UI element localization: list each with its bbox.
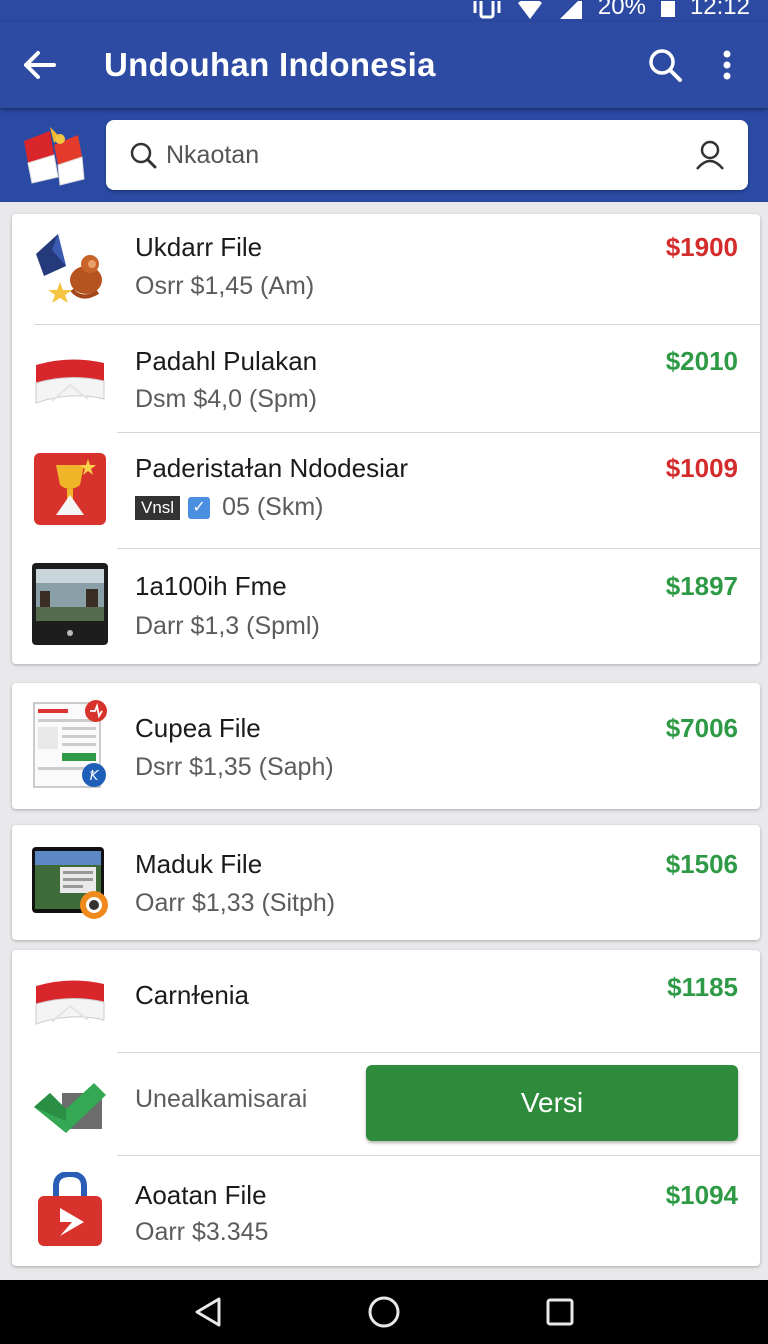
item-title: Unealkamisarai bbox=[135, 1085, 308, 1113]
list-item[interactable]: Maduk File Oarr $1,33 (Sitph) $1506 bbox=[12, 825, 760, 940]
item-title: Paderistaɫan Ndodesiar bbox=[135, 453, 408, 483]
item-title: Ukdarr File bbox=[135, 232, 263, 262]
kite-monkey-icon bbox=[36, 234, 102, 303]
item-price: $1897 bbox=[665, 571, 738, 601]
indonesia-flag-icon bbox=[35, 980, 105, 1025]
search-button[interactable] bbox=[634, 22, 696, 108]
list-item[interactable]: Paderistaɫan Ndodesiar Vnsl ✓ 05 (Skm) $10… bbox=[12, 433, 760, 548]
app-bar: Undouhan Indonesia bbox=[0, 22, 768, 108]
file-card: Ꝁ Cupea File Dsrr $1,35 (Saph) $7006 bbox=[12, 683, 760, 809]
list-item[interactable]: Aoatan File Oarr $3.345 $1094 bbox=[12, 1156, 760, 1266]
check-icon bbox=[34, 1083, 106, 1133]
nav-back-button[interactable] bbox=[178, 1282, 238, 1342]
item-price: $1506 bbox=[665, 849, 738, 879]
item-title: Padahl Pulakan bbox=[135, 346, 318, 376]
arrow-back-icon bbox=[24, 51, 56, 79]
list-item[interactable]: Padahl Pulakan Dsm $4,0 (Spm) $2010 bbox=[12, 325, 760, 432]
item-price: $1900 bbox=[665, 232, 738, 262]
search-row bbox=[0, 108, 768, 202]
status-bar: 20% 12:12 bbox=[0, 0, 768, 22]
item-subtitle: Oarr $3.345 bbox=[135, 1218, 269, 1246]
vibrate-icon bbox=[473, 1, 501, 19]
item-title: Aoatan File bbox=[135, 1180, 267, 1210]
indonesia-flag-icon bbox=[35, 359, 105, 404]
system-nav-bar bbox=[0, 1280, 768, 1344]
item-price: $1009 bbox=[665, 453, 738, 483]
nav-back-icon bbox=[195, 1297, 221, 1327]
search-box[interactable] bbox=[106, 120, 748, 190]
battery-icon bbox=[660, 1, 675, 17]
page-title: Undouhan Indonesia bbox=[104, 46, 436, 83]
nav-home-button[interactable] bbox=[354, 1282, 414, 1342]
document-thumbnail-icon: Ꝁ bbox=[33, 700, 107, 788]
video-thumbnail-icon bbox=[32, 563, 108, 645]
user-icon[interactable] bbox=[692, 137, 728, 173]
item-title: Carnɫenia bbox=[135, 980, 250, 1010]
nav-home-icon bbox=[368, 1296, 400, 1328]
indonesia-emblem-icon bbox=[24, 127, 85, 186]
more-options-button[interactable] bbox=[696, 22, 758, 108]
signal-icon bbox=[559, 1, 582, 19]
more-vert-icon bbox=[723, 50, 731, 80]
item-title: Cupea File bbox=[135, 713, 261, 743]
search-icon bbox=[128, 140, 158, 170]
battery-percent: 20% bbox=[597, 0, 646, 20]
search-input[interactable] bbox=[166, 135, 692, 175]
file-list-card: Carnɫenia $1185 Unealkamisarai Versi Aoa… bbox=[12, 950, 760, 1266]
wifi-icon bbox=[517, 1, 542, 19]
item-subtitle: Oarr $1,33 (Sitph) bbox=[135, 889, 336, 917]
versi-button[interactable]: Versi bbox=[366, 1065, 738, 1141]
item-subtitle: Dsm $4,0 (Spm) bbox=[135, 385, 317, 413]
file-list-card: Ukdarr File Osrr $1,45 (Am) $1900 Padahl… bbox=[12, 214, 760, 664]
item-price: $2010 bbox=[665, 346, 738, 376]
search-icon bbox=[649, 49, 682, 82]
tablet-thumbnail-icon bbox=[32, 847, 108, 919]
lock-play-icon bbox=[38, 1172, 102, 1246]
svg-text:Ꝁ: Ꝁ bbox=[90, 769, 100, 784]
version-badge: Vnsl bbox=[135, 496, 181, 521]
item-subtitle: Osrr $1,45 (Am) bbox=[135, 272, 315, 300]
item-title: Maduk File bbox=[135, 849, 263, 879]
item-subtitle-row: Vnsl ✓ 05 (Skm) bbox=[135, 493, 323, 522]
clock: 12:12 bbox=[689, 0, 750, 20]
item-price: $7006 bbox=[665, 713, 738, 743]
list-item[interactable]: Ꝁ Cupea File Dsrr $1,35 (Saph) $7006 bbox=[12, 683, 760, 809]
nav-recents-icon bbox=[546, 1298, 574, 1326]
item-subtitle: 05 (Skm) bbox=[222, 493, 324, 521]
back-button[interactable] bbox=[2, 22, 78, 108]
item-subtitle: Darr $1,3 (Spml) bbox=[135, 612, 320, 640]
list-item[interactable]: Ukdarr File Osrr $1,45 (Am) $1900 bbox=[12, 214, 760, 324]
verified-check-icon: ✓ bbox=[188, 497, 211, 520]
list-item[interactable]: Unealkamisarai Versi bbox=[12, 1053, 760, 1155]
list-item[interactable]: 1a100ih Fme Darr $1,3 (Spml) $1897 bbox=[12, 549, 760, 664]
item-subtitle: Dsrr $1,35 (Saph) bbox=[135, 753, 334, 781]
trophy-icon bbox=[34, 453, 106, 525]
item-price: $1094 bbox=[665, 1180, 738, 1210]
item-price: $1185 bbox=[667, 972, 738, 1002]
file-card: Maduk File Oarr $1,33 (Sitph) $1506 bbox=[12, 825, 760, 940]
item-title: 1a100ih Fme bbox=[135, 571, 287, 601]
nav-recents-button[interactable] bbox=[530, 1282, 590, 1342]
list-item[interactable]: Carnɫenia $1185 bbox=[12, 950, 760, 1052]
